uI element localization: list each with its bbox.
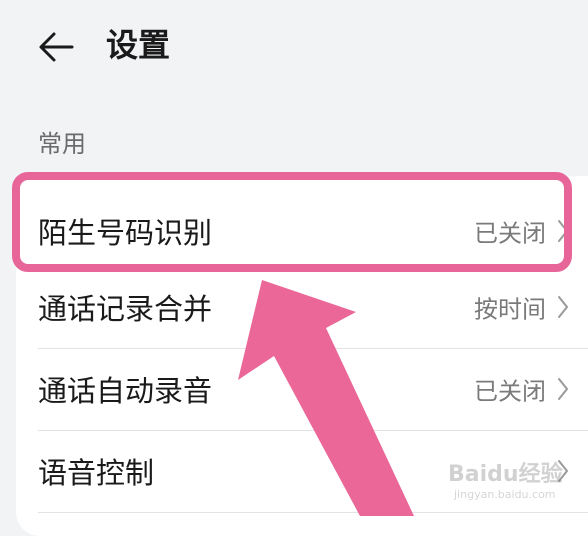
chevron-right-icon xyxy=(558,220,568,242)
settings-item-label: 通话自动录音 xyxy=(38,374,213,408)
settings-item-voice-control[interactable]: 语音控制 xyxy=(16,430,576,512)
section-label: 常用 xyxy=(38,130,86,158)
settings-item-value: 已关闭 xyxy=(474,377,546,406)
divider xyxy=(38,512,588,513)
header: 设置 xyxy=(0,0,588,100)
chevron-right-icon xyxy=(558,296,568,318)
page-title: 设置 xyxy=(106,26,171,64)
settings-item-label: 陌生号码识别 xyxy=(38,216,213,250)
chevron-right-icon xyxy=(558,460,568,482)
settings-item-value: 按时间 xyxy=(474,295,546,324)
settings-item-value: 已关闭 xyxy=(474,219,546,248)
settings-item-label: 通话记录合并 xyxy=(38,292,213,326)
settings-item-auto-call-recording[interactable]: 通话自动录音 已关闭 xyxy=(16,348,576,430)
chevron-right-icon xyxy=(558,378,568,400)
settings-item-unknown-number-recognition[interactable]: 陌生号码识别 已关闭 xyxy=(16,190,576,272)
arrow-left-icon[interactable] xyxy=(36,26,78,68)
settings-item-call-log-merge[interactable]: 通话记录合并 按时间 xyxy=(16,266,576,348)
settings-item-label: 语音控制 xyxy=(38,456,155,490)
